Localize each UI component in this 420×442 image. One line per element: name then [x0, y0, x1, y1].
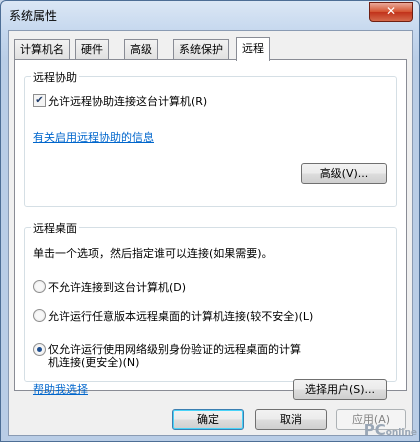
radio-dont-allow-label[interactable]: 不允许连接到这台计算机(D): [48, 279, 186, 295]
pconline-watermark: PConline: [363, 421, 417, 439]
check-mark-icon: ✔: [35, 95, 44, 106]
tab-strip: 计算机名 硬件 高级 系统保护 远程: [14, 37, 409, 61]
select-users-button[interactable]: 选择用户(S)...: [293, 379, 387, 400]
advanced-button[interactable]: 高级(V)...: [301, 163, 387, 184]
tab-computer-name[interactable]: 计算机名: [14, 39, 70, 59]
tab-advanced[interactable]: 高级: [124, 39, 158, 59]
remote-tab-panel: 远程协助 ✔ 允许远程协助连接这台计算机(R) 有关启用远程协助的信息 高级(V…: [14, 59, 407, 400]
window-title: 系统属性: [9, 9, 58, 23]
close-icon: ✕: [385, 4, 397, 18]
help-me-choose-link[interactable]: 帮助我选择: [33, 381, 88, 397]
remote-desktop-title: 远程桌面: [31, 220, 79, 236]
radio-allow-nla-label-line2[interactable]: 机连接(更安全)(N): [48, 354, 139, 370]
allow-remote-assistance-label[interactable]: 允许远程协助连接这台计算机(R): [48, 93, 207, 109]
radio-allow-any-version[interactable]: [33, 309, 46, 322]
tab-remote[interactable]: 远程: [236, 37, 270, 61]
radio-allow-nla-only[interactable]: [33, 343, 46, 356]
tab-hardware[interactable]: 硬件: [75, 39, 109, 59]
allow-remote-assistance-checkbox[interactable]: ✔: [33, 94, 46, 107]
radio-allow-any-version-label[interactable]: 允许运行任意版本远程桌面的计算机连接(较不安全)(L): [48, 308, 313, 324]
close-button[interactable]: ✕: [369, 2, 413, 22]
dialog-client-area: 计算机名 硬件 高级 系统保护 远程 远程协助 ✔ 允许远程协助连接这台计算机(…: [8, 30, 413, 436]
remote-desktop-instruction: 单击一个选项，然后指定谁可以连接(如果需要)。: [33, 247, 273, 260]
remote-desktop-group: 远程桌面 单击一个选项，然后指定谁可以连接(如果需要)。 不允许连接到这台计算机…: [24, 220, 397, 400]
ok-button[interactable]: 确定: [172, 409, 244, 430]
system-properties-window: 系统属性 ✕ 计算机名 硬件 高级 系统保护 远程 远程协助 ✔ 允许远程协助连…: [0, 0, 420, 442]
tab-system-protection[interactable]: 系统保护: [173, 39, 229, 59]
remote-assistance-title: 远程协助: [31, 69, 79, 85]
cancel-button[interactable]: 取消: [255, 409, 327, 430]
remote-assistance-group: 远程协助 ✔ 允许远程协助连接这台计算机(R) 有关启用远程协助的信息 高级(V…: [24, 69, 397, 207]
title-bar[interactable]: 系统属性 ✕: [1, 1, 419, 29]
radio-dont-allow[interactable]: [33, 280, 46, 293]
remote-assistance-info-link[interactable]: 有关启用远程协助的信息: [33, 129, 154, 145]
